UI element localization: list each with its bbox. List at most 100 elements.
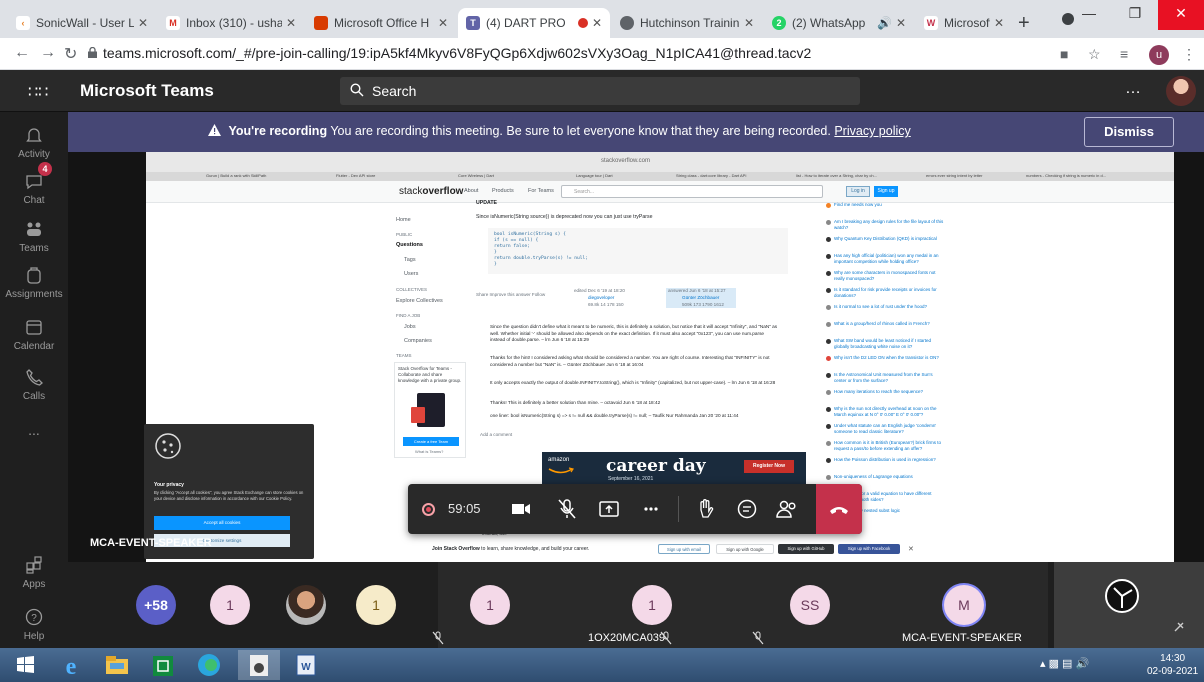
tab-office[interactable]: Microsoft Office H ✕ (306, 8, 456, 38)
hot-question-link: Under what statute can an English judge … (834, 423, 937, 434)
close-icon[interactable]: ✕ (438, 16, 448, 30)
window-close-button[interactable]: ✕ (1158, 0, 1204, 30)
participant-tile[interactable]: 1 (188, 562, 280, 648)
so-left-item: Home (396, 217, 411, 223)
more-actions-button[interactable] (638, 496, 664, 522)
privacy-policy-link[interactable]: Privacy policy (834, 124, 910, 138)
hot-question-link: How common is it in British (European?) … (834, 440, 942, 451)
chat-toggle-button[interactable] (734, 496, 760, 522)
participant-tile[interactable] (278, 562, 338, 648)
rail-item-help[interactable]: ? Help (0, 606, 68, 642)
chrome-task-icon[interactable] (238, 650, 280, 680)
close-icon[interactable]: ✕ (138, 16, 148, 30)
participants-button[interactable] (774, 496, 800, 522)
so-join-footer: instead, use Join Stack Overflow to lear… (432, 531, 942, 558)
back-arrow-icon[interactable]: ← (14, 44, 30, 62)
edge-icon[interactable] (188, 650, 230, 680)
bookmark: Language tour | Dart (576, 173, 613, 178)
toolbar-divider (678, 496, 679, 522)
star-icon[interactable]: ☆ (1088, 46, 1101, 63)
tab-dart-pro[interactable]: T (4) DART PRO ✕ (458, 8, 610, 38)
hot-question-icon (826, 237, 831, 242)
new-tab-button[interactable]: + (1018, 12, 1030, 35)
rail-item-chat[interactable]: Chat (0, 170, 68, 206)
forward-arrow-icon[interactable]: → (40, 44, 56, 62)
store-icon[interactable] (142, 650, 184, 680)
windows-start-icon[interactable] (4, 650, 46, 680)
participant-tile-speaker[interactable]: M MCA-EVENT-SPEAKER (888, 562, 1048, 648)
meeting-stage: stackoverflow.com Gurun | Build a rank w… (68, 152, 1204, 562)
camera-toggle-button[interactable] (508, 496, 534, 522)
rail-item-teams[interactable]: Teams (0, 218, 68, 254)
rail-item-assignments[interactable]: Assignments (0, 264, 68, 300)
share-screen-button[interactable] (596, 496, 622, 522)
so-signup-github: Sign up with GitHub (778, 544, 834, 554)
app-launcher-icon[interactable]: ∷∷ (28, 82, 48, 102)
so-editor-card: edited Dec 6 '19 at 18:20 diegoveloper 6… (574, 288, 644, 308)
pin-icon[interactable] (1172, 620, 1186, 634)
minimize-button[interactable]: — (1066, 0, 1112, 30)
file-explorer-icon[interactable] (96, 650, 138, 680)
word-icon[interactable]: W (284, 650, 326, 680)
search-input[interactable]: Search (340, 77, 860, 105)
camera-icon[interactable]: ■ (1060, 46, 1068, 62)
rail-item-apps[interactable]: Apps (0, 554, 68, 590)
participant-tile[interactable]: 1 (432, 562, 598, 648)
so-teams-text: Stack Overflow for Teams - Collaborate a… (398, 366, 462, 383)
chat-badge: 4 (38, 162, 52, 176)
tab-gmail[interactable]: M Inbox (310) - usha ✕ (158, 8, 304, 38)
maximize-button[interactable]: ❐ (1112, 0, 1158, 30)
raise-hand-button[interactable] (692, 496, 718, 522)
bookmark: Gurun | Build a rank with SkillPath (206, 173, 267, 178)
system-clock[interactable]: 14:30 02-09-2021 (1147, 652, 1198, 678)
search-icon (350, 83, 364, 97)
more-options-icon[interactable]: … (1125, 80, 1141, 98)
close-icon[interactable]: ✕ (896, 16, 906, 30)
user-avatar[interactable] (1166, 76, 1196, 106)
tab-sonicwall[interactable]: ‹ SonicWall - User L ✕ (8, 8, 156, 38)
overflow-count-avatar: +58 (136, 585, 176, 625)
dismiss-button[interactable]: Dismiss (1084, 117, 1174, 147)
rail-item-calls[interactable]: Calls (0, 366, 68, 402)
close-icon[interactable]: ✕ (744, 16, 754, 30)
participant-tile[interactable]: 1 1OX20MCA039 (588, 562, 758, 648)
hot-question-icon (826, 288, 831, 293)
hang-up-button[interactable] (816, 484, 862, 534)
rail-item-calendar[interactable]: Calendar (0, 316, 68, 352)
hot-question-link: What SW band would be least noticed if I… (834, 338, 932, 349)
tab-label: (2) WhatsApp (792, 16, 866, 30)
hot-question-icon (826, 407, 831, 412)
participant-tile[interactable]: SS (752, 562, 888, 648)
close-icon[interactable]: ✕ (286, 16, 296, 30)
kebab-menu-icon[interactable]: ⋮ (1182, 46, 1196, 63)
so-left-item: COLLECTIVES (396, 287, 428, 292)
participant-tile[interactable]: +58 (68, 562, 188, 648)
reload-icon[interactable]: ↻ (64, 44, 77, 64)
ad-register-button: Register Now (744, 460, 794, 473)
recording-text: You are recording this meeting. Be sure … (327, 124, 835, 138)
close-icon[interactable]: ✕ (994, 16, 1004, 30)
mic-off-button[interactable] (554, 496, 580, 522)
rail-more-button[interactable]: ... (0, 422, 68, 438)
apps-icon (26, 556, 42, 574)
profile-avatar[interactable]: u (1149, 45, 1169, 65)
tab-whatsapp[interactable]: 2 (2) WhatsApp 🔊 ✕ (764, 8, 914, 38)
so-left-item: Users (404, 271, 419, 277)
participant-name: MCA-EVENT-SPEAKER (902, 632, 1022, 644)
tab-hutchinson[interactable]: Hutchinson Trainin ✕ (612, 8, 762, 38)
participant-avatar: SS (790, 585, 830, 625)
presenter-name: MCA-EVENT-SPEAKER (90, 537, 212, 549)
internet-explorer-icon[interactable]: e (50, 650, 92, 680)
participant-avatar: 1 (210, 585, 250, 625)
tab-microsoft-teams[interactable]: W Microsoft Teams ✕ (916, 8, 1012, 38)
close-icon[interactable]: ✕ (592, 16, 602, 30)
system-tray[interactable]: ▴ ▩ ▤ 🔊 (1040, 657, 1089, 670)
code-line: } (494, 250, 497, 255)
so-left-item: Jobs (404, 324, 416, 330)
url-field[interactable]: teams.microsoft.com/_#/pre-join-calling/… (103, 45, 811, 61)
self-view-tile[interactable] (1054, 562, 1204, 648)
browser-tab-strip: ‹ SonicWall - User L ✕ M Inbox (310) - u… (0, 0, 1204, 38)
extensions-icon[interactable]: ≡ (1120, 46, 1128, 62)
rail-item-activity[interactable]: Activity (0, 124, 68, 160)
participant-tile[interactable]: 1 (338, 562, 438, 648)
